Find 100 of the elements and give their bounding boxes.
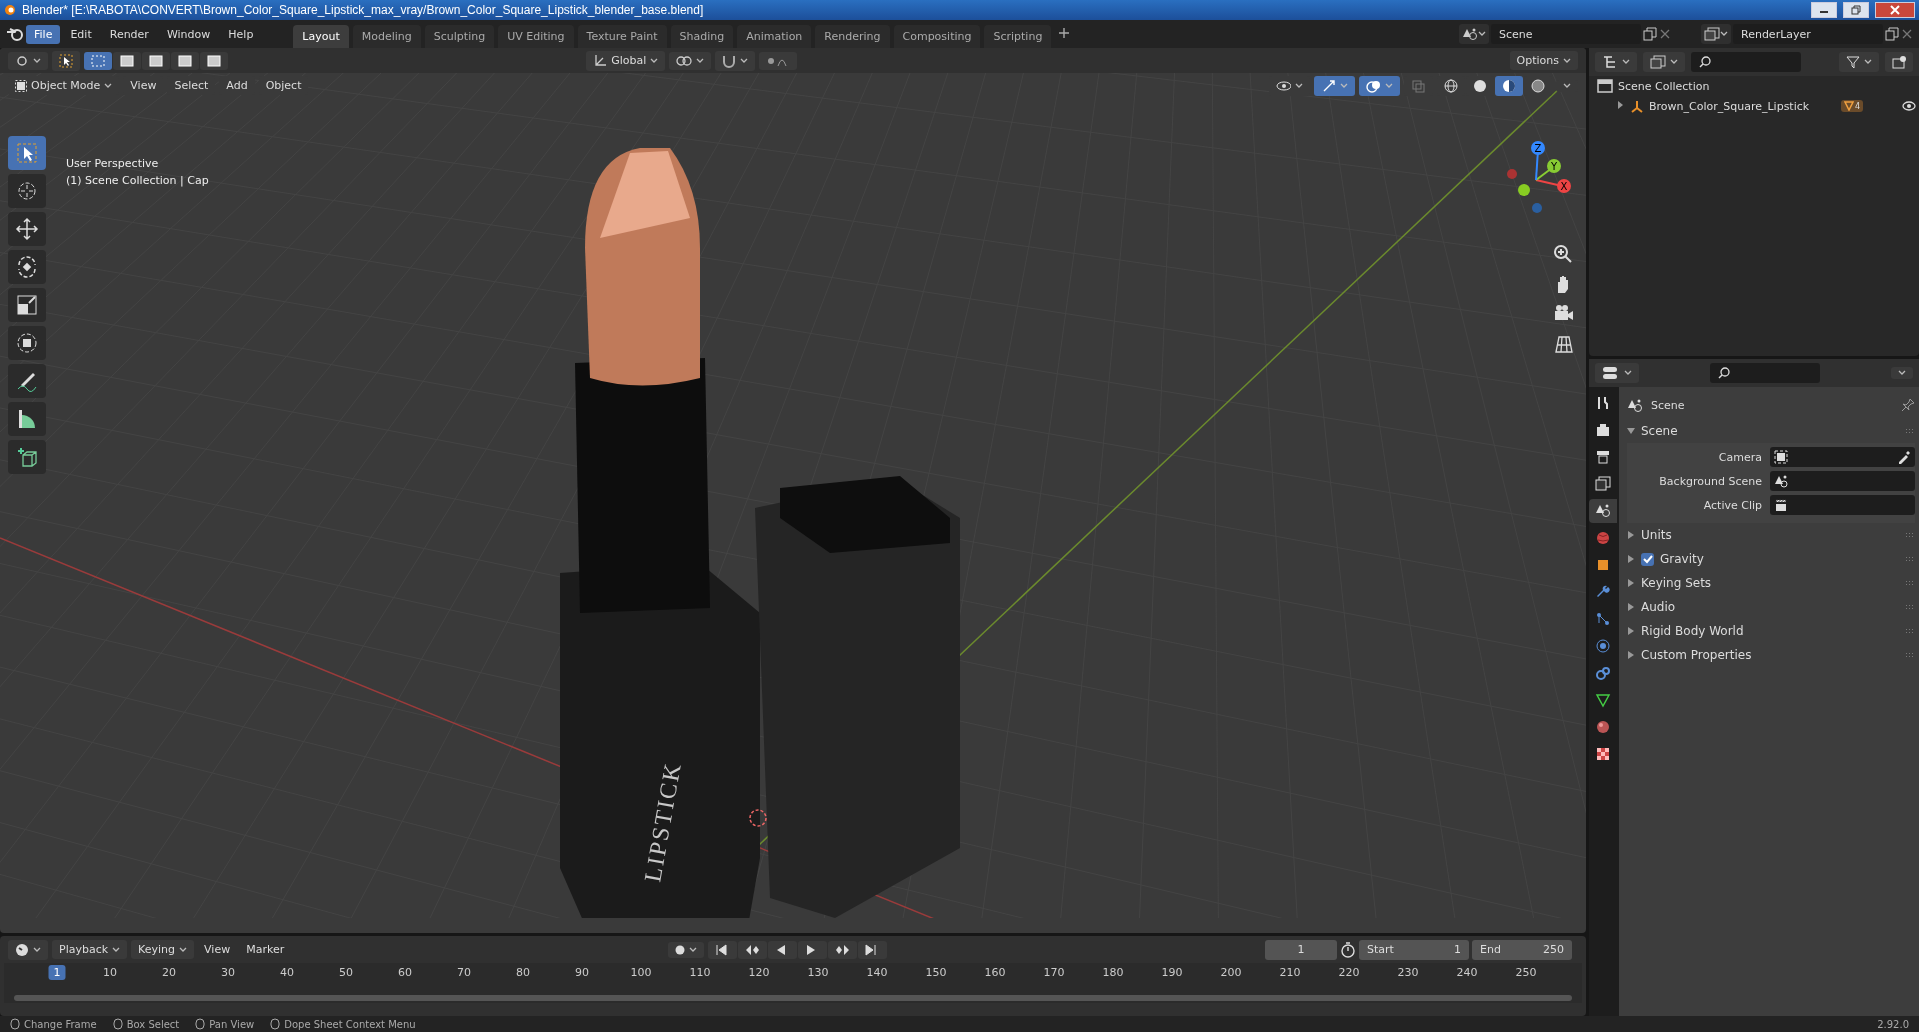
selection-mode-button[interactable] bbox=[113, 51, 141, 70]
prev-keyframe-button[interactable] bbox=[738, 940, 768, 959]
workspace-tab[interactable]: Shading bbox=[670, 25, 734, 48]
current-frame-field[interactable]: 1 bbox=[1265, 939, 1337, 960]
view-layer-selector[interactable] bbox=[1701, 24, 1731, 44]
selection-mode-button[interactable] bbox=[171, 51, 199, 70]
panel-header[interactable]: Rigid Body World bbox=[1627, 619, 1915, 643]
workspace-tab[interactable]: Rendering bbox=[815, 25, 890, 48]
checkbox[interactable] bbox=[1641, 552, 1654, 566]
properties-tab[interactable] bbox=[1589, 499, 1617, 523]
overlays-button[interactable] bbox=[1359, 75, 1400, 96]
start-frame-field[interactable]: Start 1 bbox=[1359, 939, 1469, 960]
toolbar-tool[interactable] bbox=[8, 288, 46, 322]
menu-item[interactable]: Help bbox=[220, 24, 262, 44]
search-icon bbox=[1699, 56, 1711, 68]
toolbar-tool[interactable] bbox=[8, 402, 46, 436]
particles-icon bbox=[1595, 611, 1611, 627]
timeline-menu[interactable]: Marker bbox=[240, 940, 291, 959]
gizmo-toggle-button[interactable] bbox=[1314, 75, 1355, 96]
active-tool-button[interactable] bbox=[52, 50, 80, 71]
new-collection-button[interactable] bbox=[1885, 52, 1913, 72]
editor-type-button[interactable] bbox=[8, 51, 48, 70]
panel-header[interactable]: Units bbox=[1627, 523, 1915, 547]
panel-header[interactable]: Custom Properties bbox=[1627, 643, 1915, 667]
timeline-menu[interactable]: View bbox=[198, 940, 237, 959]
jump-start-button[interactable] bbox=[708, 940, 738, 959]
viewport-menu[interactable]: Object bbox=[258, 76, 309, 95]
globe-icon bbox=[1595, 530, 1611, 546]
close-button[interactable] bbox=[1875, 2, 1915, 18]
workspace-tab[interactable]: Scripting bbox=[984, 25, 1052, 48]
toolbar-tool[interactable] bbox=[8, 440, 46, 474]
toolbar-tool[interactable] bbox=[8, 326, 46, 360]
options-dropdown[interactable]: Options bbox=[1509, 51, 1578, 70]
workspace-tab[interactable]: UV Editing bbox=[498, 25, 574, 48]
play-reverse-button[interactable] bbox=[768, 940, 798, 959]
restore-button[interactable] bbox=[1843, 2, 1869, 18]
search-field[interactable] bbox=[1691, 52, 1801, 72]
object-field[interactable] bbox=[1770, 471, 1915, 491]
frame-ruler[interactable]: 1 10 20 30 40 50 60 70 80 90 100 110 120 130 140 150 160 170 180 190 200 210 220 230 240 250 bbox=[4, 963, 1582, 1003]
object-field[interactable] bbox=[1770, 495, 1915, 515]
selection-mode-button[interactable] bbox=[142, 51, 170, 70]
selection-mode-button[interactable] bbox=[200, 51, 228, 70]
timeline-scrollbar[interactable] bbox=[14, 995, 1572, 1001]
orientation-dropdown[interactable]: Global bbox=[586, 50, 666, 71]
panel-header[interactable]: Audio bbox=[1627, 595, 1915, 619]
expand-arrow-icon[interactable] bbox=[1617, 101, 1625, 111]
display-mode-button[interactable] bbox=[1643, 52, 1685, 72]
collection-name[interactable]: Scene Collection bbox=[1618, 79, 1710, 93]
workspace-tab[interactable]: Layout bbox=[293, 25, 349, 48]
panel-header[interactable]: Scene bbox=[1627, 419, 1915, 443]
menu-item[interactable]: Render bbox=[101, 24, 157, 44]
scene-name-field[interactable]: Scene bbox=[1491, 24, 1641, 44]
pivot-button[interactable] bbox=[669, 51, 712, 70]
printer-icon bbox=[1595, 449, 1611, 465]
caret-icon bbox=[1385, 82, 1393, 89]
workspace-tab[interactable]: Modeling bbox=[352, 25, 421, 48]
options-dropdown[interactable] bbox=[1891, 367, 1913, 379]
snap-button[interactable] bbox=[715, 50, 756, 71]
scene-selector[interactable] bbox=[1459, 24, 1489, 44]
end-frame-field[interactable]: End 250 bbox=[1472, 939, 1572, 960]
editor-type-button[interactable] bbox=[8, 939, 48, 960]
timeline-dropdown[interactable]: Keying bbox=[131, 940, 195, 959]
minimize-button[interactable] bbox=[1811, 2, 1837, 18]
toolbar-tool[interactable] bbox=[8, 212, 46, 246]
search-field[interactable] bbox=[1710, 363, 1820, 383]
view-layer-name-field[interactable]: RenderLayer bbox=[1733, 24, 1883, 44]
record-button[interactable] bbox=[668, 941, 705, 958]
menu-item[interactable]: Edit bbox=[62, 24, 100, 44]
workspace-tab[interactable]: Texture Paint bbox=[577, 25, 667, 48]
workspace-tab[interactable]: Animation bbox=[737, 25, 812, 48]
status-hint: Change Frame bbox=[24, 1018, 97, 1030]
object-name[interactable]: Brown_Color_Square_Lipstick bbox=[1649, 99, 1810, 113]
viewport-menu[interactable]: Add bbox=[219, 76, 255, 95]
object-field[interactable] bbox=[1770, 447, 1915, 467]
material-shading-button[interactable] bbox=[1495, 75, 1523, 96]
panel-header[interactable]: Gravity bbox=[1627, 547, 1915, 571]
selection-mode-button[interactable] bbox=[84, 51, 112, 70]
proportional-edit-button[interactable] bbox=[759, 51, 798, 70]
clock-icon bbox=[15, 942, 29, 957]
editor-type-button[interactable] bbox=[1595, 363, 1639, 383]
next-keyframe-button[interactable] bbox=[828, 940, 858, 959]
timeline-dropdown[interactable]: Playback bbox=[52, 940, 128, 959]
toolbar-tool[interactable] bbox=[8, 250, 46, 284]
menu-item[interactable]: File bbox=[26, 24, 61, 44]
frame-number: 30 bbox=[220, 965, 237, 980]
viewport-menu[interactable]: Select bbox=[167, 76, 216, 95]
frame-number: 50 bbox=[338, 965, 355, 980]
toolbar-tool[interactable] bbox=[8, 364, 46, 398]
workspace-tab[interactable]: Sculpting bbox=[424, 25, 495, 48]
play-button[interactable] bbox=[798, 940, 828, 959]
toolbar-tool[interactable] bbox=[8, 136, 46, 170]
panel-header[interactable]: Keying Sets bbox=[1627, 571, 1915, 595]
editor-type-button[interactable] bbox=[1595, 52, 1637, 72]
field-label: Camera bbox=[1717, 450, 1762, 464]
jump-end-button[interactable] bbox=[858, 940, 888, 959]
workspace-tab[interactable]: Compositing bbox=[893, 25, 981, 48]
start-value: 1 bbox=[1454, 943, 1461, 956]
filter-button[interactable] bbox=[1839, 52, 1879, 72]
caret-icon bbox=[1670, 59, 1678, 65]
menu-item[interactable]: Window bbox=[158, 24, 219, 44]
